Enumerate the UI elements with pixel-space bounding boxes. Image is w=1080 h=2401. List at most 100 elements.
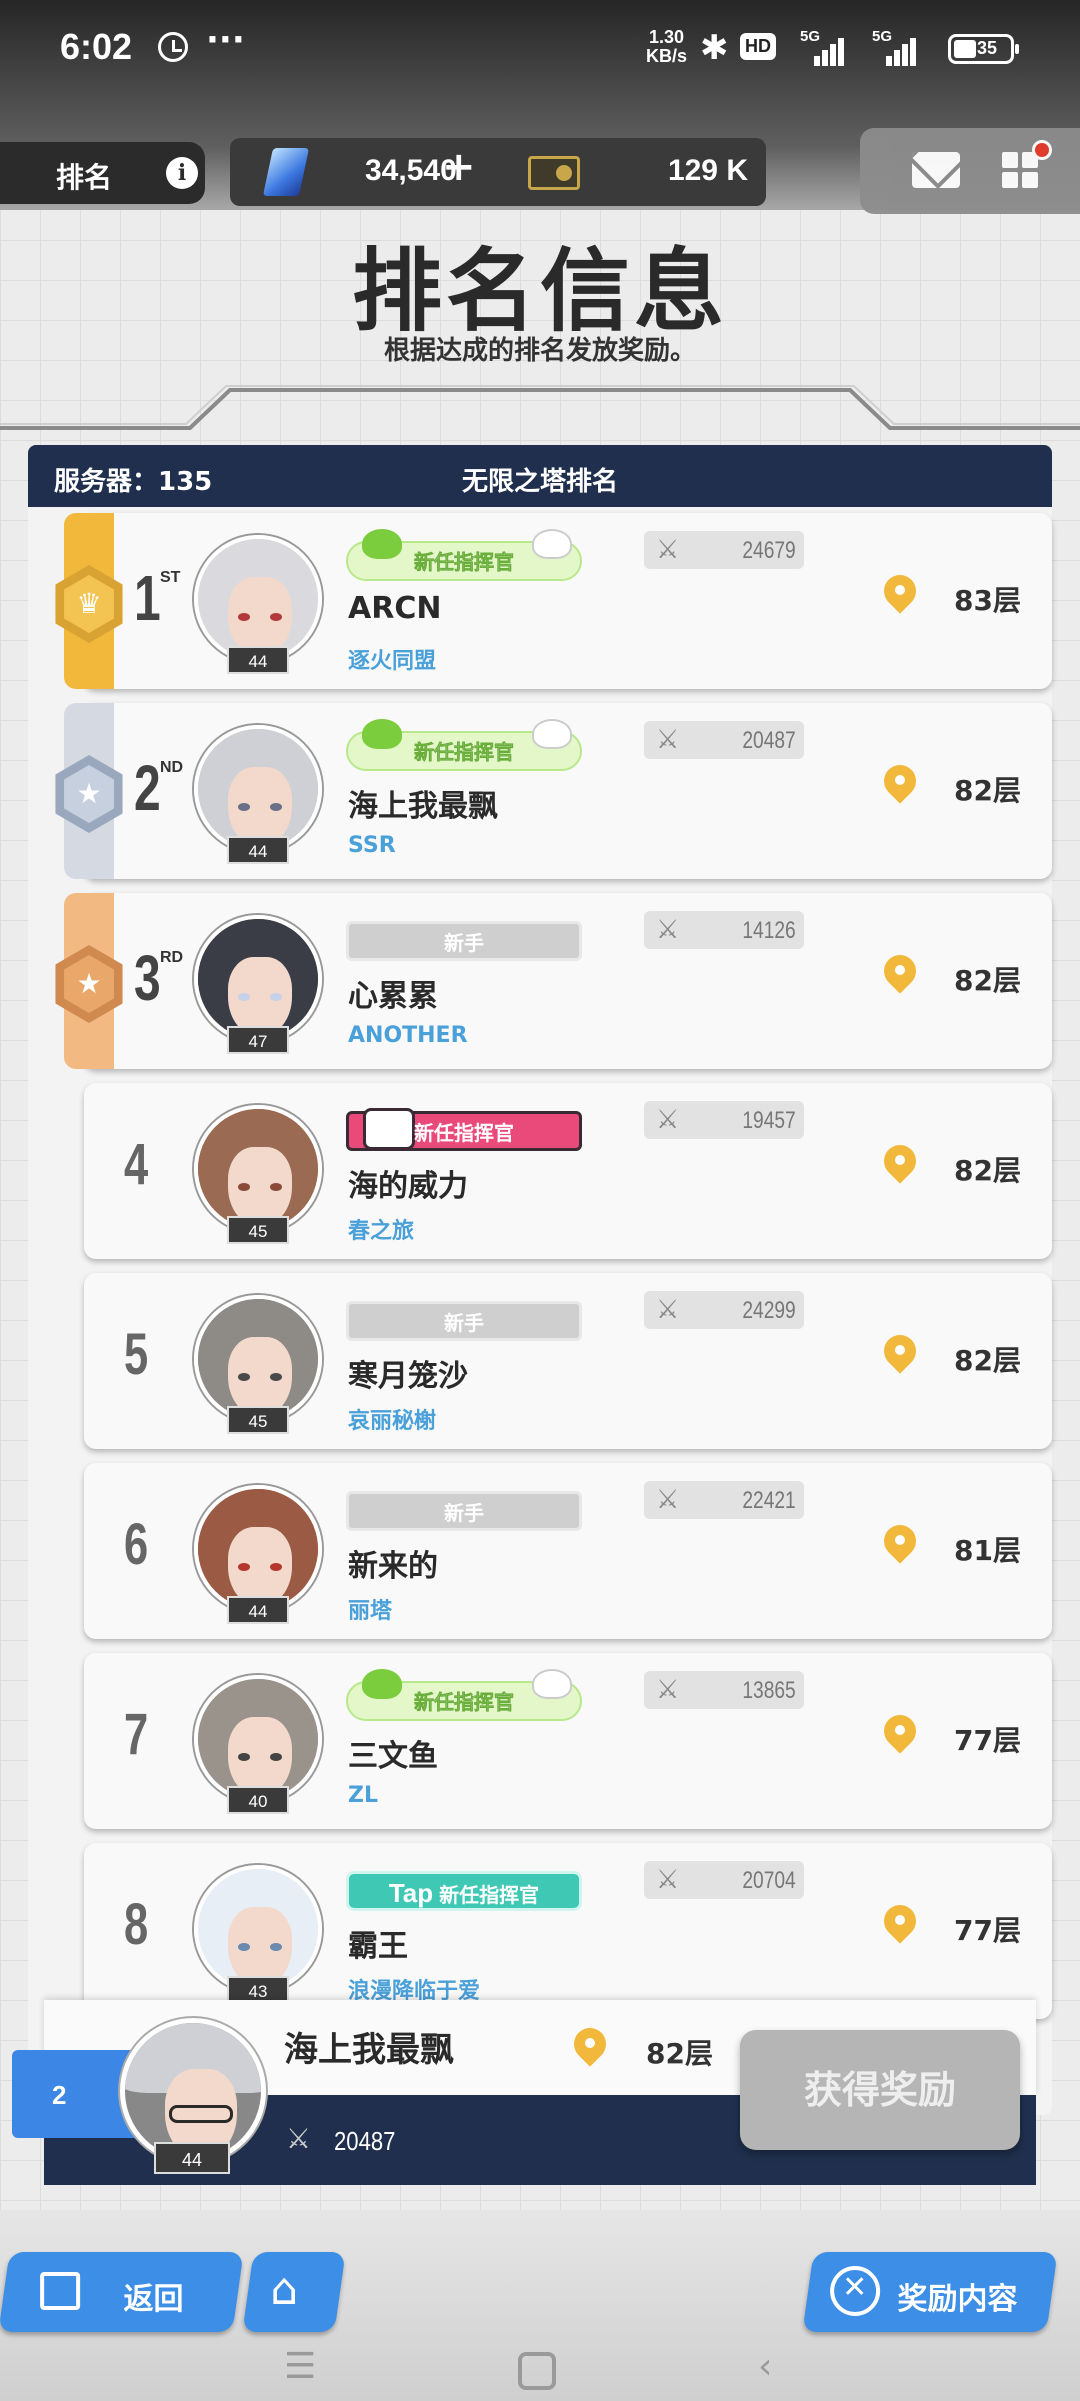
player-avatar[interactable] [194, 1295, 322, 1423]
union-name: ZL [348, 1783, 378, 1808]
leaderboard-row[interactable]: 8 43 Tap 新任指挥官 ⚔ 20704 霸王 浪漫降临于爱 77层 [84, 1843, 1052, 2019]
network-type-label-2: 5G [872, 28, 893, 45]
power-box: ⚔ 13865 [644, 1671, 804, 1709]
mascot-icon [362, 529, 402, 559]
notification-dot [1032, 140, 1052, 160]
player-name: 海上我最飘 [348, 789, 498, 824]
mascot-icon [532, 719, 572, 749]
back-button[interactable]: 返回 [0, 2252, 244, 2332]
level-badge: 44 [227, 836, 289, 864]
header-rail [0, 385, 1080, 430]
crossed-swords-icon: ⚔ [656, 535, 680, 565]
rank-medal-icon: ★ [55, 755, 123, 833]
leaderboard-row[interactable]: 5 45 新手 ⚔ 24299 寒月笼沙 哀丽秘榭 82层 [84, 1273, 1052, 1449]
level-badge: 45 [227, 1216, 289, 1244]
ranking-tab[interactable]: 排名 i [0, 142, 205, 204]
hd-icon: HD [740, 33, 776, 60]
rank-number: 4 [124, 1132, 149, 1197]
floor-pin-icon [877, 1708, 923, 1755]
reward-contents-button[interactable]: 奖励内容 [802, 2252, 1058, 2332]
leaderboard-row[interactable]: ★ 3 RD 47 新手 ⚔ 14126 心累累 ANOTHER 82层 [55, 893, 1052, 1069]
player-avatar[interactable] [194, 1485, 322, 1613]
floor-pin-icon [877, 1898, 923, 1945]
reward-contents-label: 奖励内容 [897, 2282, 1018, 2317]
mascot-icon [532, 1669, 572, 1699]
floor-value: 83层 [954, 584, 1021, 617]
clock: 6:02 [60, 26, 133, 67]
medal-icon [830, 2266, 881, 2316]
player-avatar[interactable] [194, 1105, 322, 1233]
page-title: 排名信息 [352, 239, 728, 344]
crossed-swords-icon: ⚔ [656, 1295, 680, 1325]
back-label: 返回 [123, 2282, 184, 2317]
leaderboard-row[interactable]: ★ 2 ND 44 新任指挥官 ⚔ 20487 海上我最飘 SSR 82层 [55, 703, 1052, 879]
floor-pin-icon [877, 1518, 923, 1565]
title-badge-label: 新任指挥官 [439, 1883, 540, 1907]
network-type-label: 5G [800, 28, 821, 45]
title-badge-label: 新任指挥官 [414, 1690, 515, 1715]
network-speed: 1.30 KB/s [646, 28, 687, 66]
title-badge-label: 新任指挥官 [414, 740, 515, 765]
title-badge: 新任指挥官 [346, 719, 582, 771]
player-avatar[interactable] [194, 535, 322, 663]
mascot-icon [362, 719, 402, 749]
more-notifications-icon: ··· [206, 20, 245, 60]
player-avatar[interactable] [194, 725, 322, 853]
leaderboard-row[interactable]: 4 45 新任指挥官 ⚔ 19457 海的威力 春之旅 82层 [84, 1083, 1052, 1259]
system-home-icon[interactable] [518, 2352, 556, 2390]
title-badge: Tap 新任指挥官 [346, 1871, 582, 1911]
floor-pin-icon [877, 758, 923, 805]
rank-number: 3 [134, 942, 161, 1014]
mascot-icon [532, 529, 572, 559]
union-name: SSR [348, 833, 396, 858]
gem-icon [262, 148, 310, 196]
my-floor: 82层 [646, 2037, 713, 2070]
back-icon [40, 2272, 81, 2310]
rank-medal-icon: ♛ [55, 565, 123, 643]
signal-icon: 5G [800, 28, 846, 66]
currency-bar: 34,540 + 129 K [230, 138, 766, 206]
system-back-icon[interactable]: ‹ [758, 2346, 772, 2387]
status-bar: 6:02 ··· 1.30 KB/s ✱ HD 5G 5G 35 [0, 0, 1080, 100]
rank-number: 5 [124, 1322, 149, 1387]
power-value: 24679 [742, 537, 796, 564]
player-name: 霸王 [348, 1929, 408, 1964]
player-avatar[interactable] [194, 1675, 322, 1803]
title-badge-label: 新手 [444, 1501, 484, 1525]
leaderboard-header: 服务器：135 无限之塔排名 [28, 445, 1052, 507]
power-value: 24299 [742, 1297, 796, 1324]
rank-number: 7 [124, 1702, 149, 1767]
signal-icon-2: 5G [872, 28, 918, 66]
floor-pin-icon [877, 1328, 923, 1375]
badge-prefix: Tap [388, 1878, 434, 1908]
power-box: ⚔ 24679 [644, 531, 804, 569]
mail-icon[interactable] [912, 152, 960, 188]
battery-level: 35 [977, 38, 998, 58]
leaderboard-row[interactable]: ♛ 1 ST 44 新任指挥官 ⚔ 24679 ARCN 逐火同盟 83层 [55, 513, 1052, 689]
rank-number: 8 [124, 1892, 149, 1957]
title-badge: 新任指挥官 [346, 1669, 582, 1721]
rank-number: 2 [134, 752, 161, 824]
union-name: ANOTHER [348, 1023, 468, 1048]
credit-amount: 129 K [667, 154, 748, 187]
power-value: 22421 [742, 1487, 796, 1514]
crossed-swords-icon: ⚔ [656, 1485, 680, 1515]
crossed-swords-icon: ⚔ [656, 725, 680, 755]
leaderboard-row[interactable]: 7 40 新任指挥官 ⚔ 13865 三文鱼 ZL 77层 [84, 1653, 1052, 1829]
page-subtitle: 根据达成的排名发放奖励。 [383, 336, 696, 366]
floor-value: 82层 [954, 1154, 1021, 1187]
rank-medal-icon: ★ [55, 945, 123, 1023]
home-button[interactable]: ⌂ [242, 2252, 346, 2332]
player-avatar[interactable] [194, 1865, 322, 1993]
union-name: 春之旅 [348, 1219, 415, 1244]
my-level-badge: 44 [154, 2142, 230, 2174]
claim-reward-button[interactable]: 获得奖励 [740, 2030, 1020, 2150]
leaderboard-row[interactable]: 6 44 新手 ⚔ 22421 新来的 丽塔 81层 [84, 1463, 1052, 1639]
menu-grid-icon[interactable] [1002, 152, 1040, 190]
level-badge: 45 [227, 1406, 289, 1434]
system-menu-icon[interactable]: ☰ [284, 2346, 316, 2387]
level-badge: 40 [227, 1786, 289, 1814]
info-icon[interactable]: i [166, 157, 198, 189]
add-gems-button[interactable]: + [442, 144, 476, 190]
player-avatar[interactable] [194, 915, 322, 1043]
